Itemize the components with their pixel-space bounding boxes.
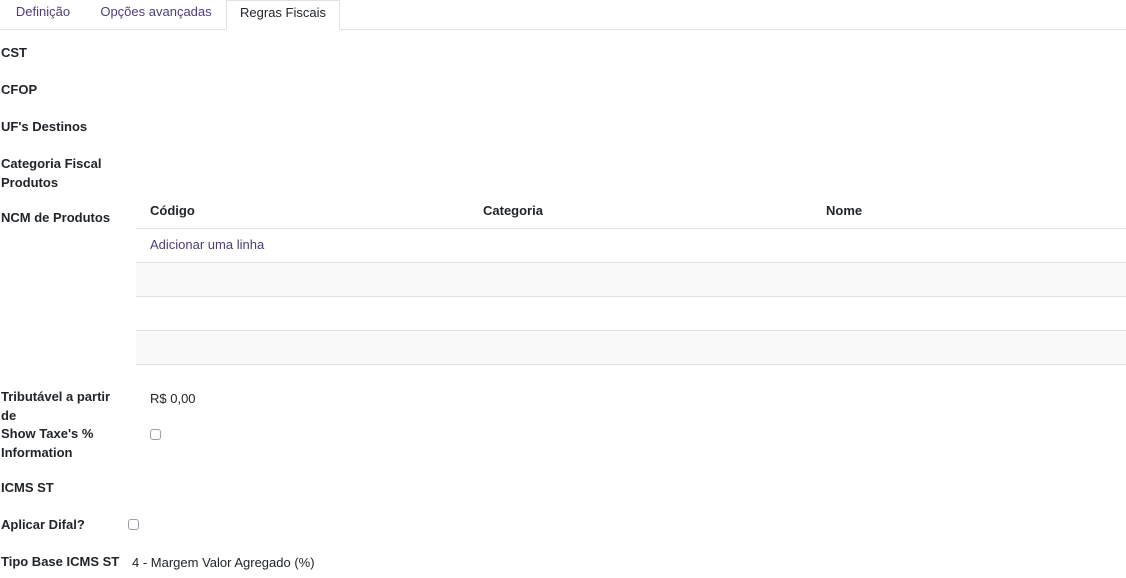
ncm-label: NCM de Produtos [1, 210, 111, 225]
tab-definicao[interactable]: Definição [0, 0, 86, 29]
tab-regras-fiscais[interactable]: Regras Fiscais [226, 0, 340, 30]
tributavel-value[interactable]: R$ 0,00 [150, 389, 196, 408]
cst-label: CST [1, 45, 27, 60]
difal-checkbox[interactable] [128, 519, 139, 530]
column-header-codigo[interactable]: Código [150, 203, 195, 219]
uf-destinos-label: UF's Destinos [1, 119, 88, 134]
categoria-fiscal-label: Categoria Fiscal Produtos [1, 154, 126, 192]
categoria-fiscal-label-line2: Produtos [1, 175, 59, 190]
tab-bar: Definição Opções avançadas Regras Fiscai… [0, 0, 1126, 30]
show-taxes-label: Show Taxe's % Information [1, 424, 126, 462]
categoria-fiscal-label-line1: Categoria Fiscal [1, 156, 102, 171]
table-row [136, 331, 1126, 365]
table-row [136, 297, 1126, 331]
tab-opcoes-avancadas[interactable]: Opções avançadas [86, 0, 226, 29]
show-taxes-checkbox[interactable] [150, 429, 161, 440]
table-row [136, 263, 1126, 297]
icms-st-label: ICMS ST [1, 480, 54, 495]
cfop-label: CFOP [1, 82, 38, 97]
add-line-link[interactable]: Adicionar uma linha [150, 237, 264, 253]
column-header-categoria[interactable]: Categoria [483, 203, 543, 219]
difal-label: Aplicar Difal? [1, 517, 85, 532]
show-taxes-label-line1: Show Taxe's % [1, 426, 94, 441]
tipo-base-value[interactable]: 4 - Margem Valor Agregado (%) [132, 553, 315, 572]
show-taxes-label-line2: Information [1, 445, 73, 460]
tipo-base-label: Tipo Base ICMS ST [1, 554, 120, 569]
ncm-table: Código Categoria Nome Adicionar uma linh… [136, 194, 1126, 365]
ncm-table-header: Código Categoria Nome [136, 194, 1126, 229]
tributavel-label: Tributável a partir de [1, 389, 111, 423]
column-header-nome[interactable]: Nome [826, 203, 862, 219]
table-row: Adicionar uma linha [136, 229, 1126, 263]
